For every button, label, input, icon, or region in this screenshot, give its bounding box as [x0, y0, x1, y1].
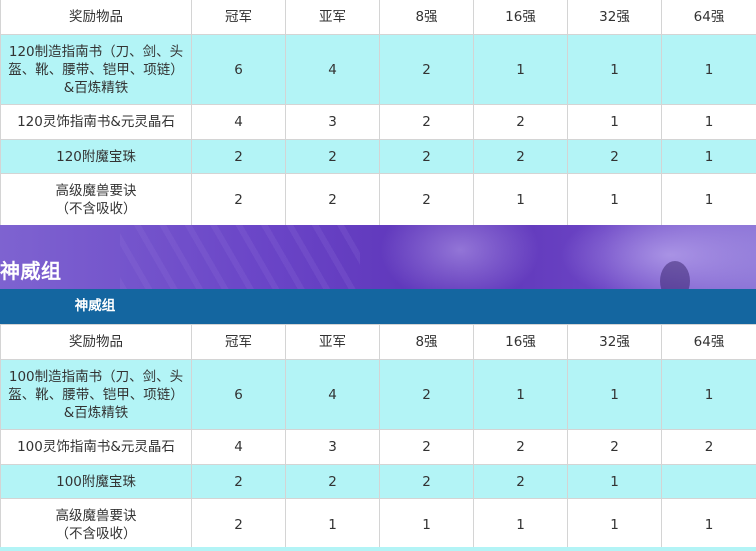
banner-pattern	[120, 225, 360, 289]
value-cell: 1	[661, 498, 756, 551]
header-cell: 8强	[379, 324, 474, 360]
value-cell: 2	[379, 104, 474, 140]
item-name-cell: 100制造指南书（刀、剑、头 盔、靴、腰带、铠甲、项链） &百炼精铁	[0, 359, 192, 430]
header-cell: 16强	[473, 0, 568, 35]
value-cell: 2	[191, 139, 286, 174]
table-row: 120制造指南书（刀、剑、头 盔、靴、腰带、铠甲、项链） &百炼精铁 6 4 2…	[0, 34, 756, 105]
value-cell: 1	[661, 173, 756, 226]
value-cell: 1	[379, 498, 474, 551]
value-cell: 1	[473, 498, 568, 551]
value-cell: 1	[567, 104, 662, 140]
value-cell: 2	[379, 34, 474, 105]
value-cell: 1	[661, 139, 756, 174]
header-cell: 8强	[379, 0, 474, 35]
value-cell: 2	[473, 429, 568, 465]
header-cell: 64强	[661, 324, 756, 360]
value-cell: 2	[379, 359, 474, 430]
reward-table-120: 奖励物品 冠军 亚军 8强 16强 32强 64强 120制造指南书（刀、剑、头…	[0, 0, 756, 226]
value-cell: 2	[191, 173, 286, 226]
reward-table-100: 奖励物品 冠军 亚军 8强 16强 32强 64强 100制造指南书（刀、剑、头…	[0, 324, 756, 551]
group-header-label: 神威组	[74, 298, 116, 314]
table-row: 100附魔宝珠 2 2 2 2 1	[0, 464, 756, 499]
item-name-cell: 120制造指南书（刀、剑、头 盔、靴、腰带、铠甲、项链） &百炼精铁	[0, 34, 192, 105]
table-row: 100制造指南书（刀、剑、头 盔、靴、腰带、铠甲、项链） &百炼精铁 6 4 2…	[0, 359, 756, 430]
value-cell: 2	[285, 139, 380, 174]
banner-glow	[560, 225, 756, 289]
value-cell: 6	[191, 359, 286, 430]
table-row: 高级魔兽要诀 （不含吸收） 2 2 2 1 1 1	[0, 173, 756, 226]
item-name-cell: 120灵饰指南书&元灵晶石	[0, 104, 192, 140]
section-banner	[0, 225, 756, 289]
header-cell: 亚军	[285, 324, 380, 360]
table-row: 100灵饰指南书&元灵晶石 4 3 2 2 2 2	[0, 429, 756, 465]
next-row-strip	[0, 547, 756, 551]
item-name-cell: 100附魔宝珠	[0, 464, 192, 499]
value-cell: 4	[285, 359, 380, 430]
value-cell: 2	[473, 464, 568, 499]
value-cell: 1	[567, 359, 662, 430]
value-cell: 3	[285, 429, 380, 465]
value-cell: 1	[661, 359, 756, 430]
value-cell: 1	[661, 104, 756, 140]
banner-glow	[380, 225, 540, 289]
value-cell: 2	[473, 104, 568, 140]
header-cell: 16强	[473, 324, 568, 360]
value-cell: 2	[379, 139, 474, 174]
value-cell: 6	[191, 34, 286, 105]
header-cell: 冠军	[191, 324, 286, 360]
value-cell: 1	[473, 34, 568, 105]
value-cell: 2	[473, 139, 568, 174]
header-cell: 32强	[567, 0, 662, 35]
value-cell: 2	[379, 464, 474, 499]
value-cell: 2	[567, 139, 662, 174]
header-cell: 奖励物品	[0, 324, 192, 360]
value-cell: 3	[285, 104, 380, 140]
value-cell: 2	[379, 173, 474, 226]
value-cell: 4	[191, 104, 286, 140]
item-name-cell: 高级魔兽要诀 （不含吸收）	[0, 173, 192, 226]
table-row: 120附魔宝珠 2 2 2 2 2 1	[0, 139, 756, 174]
value-cell: 2	[567, 429, 662, 465]
table-header-row: 奖励物品 冠军 亚军 8强 16强 32强 64强	[0, 324, 756, 360]
value-cell: 2	[661, 429, 756, 465]
header-cell: 冠军	[191, 0, 286, 35]
value-cell: 1	[473, 173, 568, 226]
value-cell: 4	[285, 34, 380, 105]
section-title: 神威组	[0, 259, 62, 283]
table-header-row: 奖励物品 冠军 亚军 8强 16强 32强 64强	[0, 0, 756, 35]
header-cell: 奖励物品	[0, 0, 192, 35]
item-name-cell: 120附魔宝珠	[0, 139, 192, 174]
table-row: 120灵饰指南书&元灵晶石 4 3 2 2 1 1	[0, 104, 756, 140]
value-cell	[661, 464, 756, 499]
table-row: 高级魔兽要诀 （不含吸收） 2 1 1 1 1 1	[0, 498, 756, 551]
header-cell: 32强	[567, 324, 662, 360]
group-header-bar: 神威组	[0, 289, 756, 324]
header-cell: 亚军	[285, 0, 380, 35]
value-cell: 2	[379, 429, 474, 465]
value-cell: 1	[567, 34, 662, 105]
value-cell: 1	[567, 464, 662, 499]
item-name-cell: 100灵饰指南书&元灵晶石	[0, 429, 192, 465]
value-cell: 2	[285, 173, 380, 226]
value-cell: 2	[191, 464, 286, 499]
value-cell: 1	[567, 173, 662, 226]
value-cell: 4	[191, 429, 286, 465]
value-cell: 2	[285, 464, 380, 499]
header-cell: 64强	[661, 0, 756, 35]
value-cell: 1	[567, 498, 662, 551]
value-cell: 1	[285, 498, 380, 551]
value-cell: 2	[191, 498, 286, 551]
value-cell: 1	[473, 359, 568, 430]
item-name-cell: 高级魔兽要诀 （不含吸收）	[0, 498, 192, 551]
value-cell: 1	[661, 34, 756, 105]
